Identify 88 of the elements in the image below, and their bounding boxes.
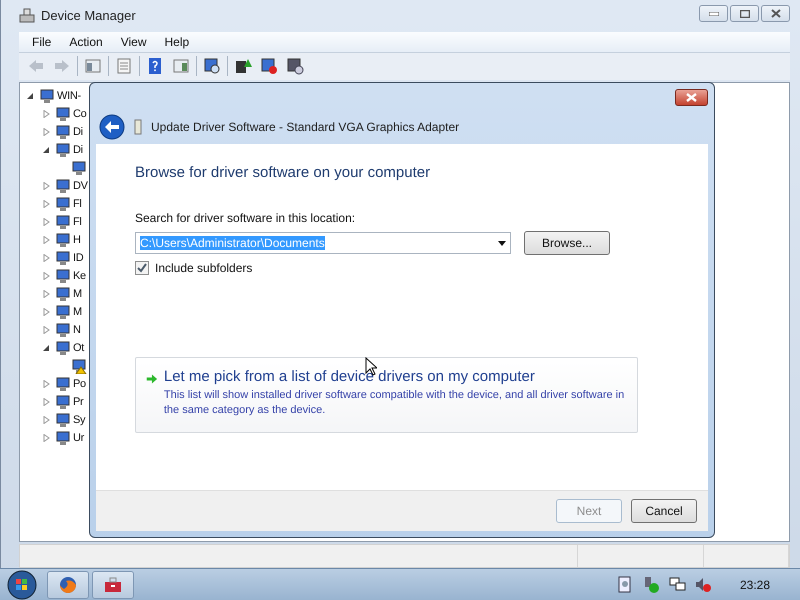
device-icon	[55, 232, 71, 248]
collapsed-arrow-icon[interactable]	[42, 200, 50, 208]
maximize-icon	[740, 10, 750, 18]
tree-item-label[interactable]: Ke	[73, 270, 86, 282]
tree-item-label[interactable]: M	[73, 288, 82, 300]
menu-item[interactable]: View	[112, 34, 156, 49]
close-button[interactable]	[761, 5, 790, 22]
collapsed-arrow-icon[interactable]	[42, 416, 50, 424]
tree-item-label[interactable]: Pr	[73, 396, 84, 408]
collapsed-arrow-icon[interactable]	[42, 182, 50, 190]
device-icon	[55, 124, 71, 140]
device-icon	[55, 340, 71, 356]
menu-item[interactable]: Help	[156, 34, 198, 49]
clock[interactable]: 23:28	[740, 578, 770, 592]
collapsed-arrow-icon[interactable]	[42, 254, 50, 262]
tree-item-label[interactable]: Di	[73, 126, 83, 138]
device-icon	[55, 142, 71, 158]
minimize-icon	[708, 12, 718, 16]
cancel-button[interactable]: Cancel	[631, 499, 697, 523]
device-icon	[55, 322, 71, 338]
device-icon	[55, 268, 71, 284]
close-icon	[686, 93, 697, 102]
checkbox-label[interactable]: Include subfolders	[155, 261, 252, 275]
tree-item-label[interactable]: H	[73, 234, 81, 246]
device-icon	[55, 250, 71, 266]
device-icon	[55, 178, 71, 194]
collapsed-arrow-icon[interactable]	[42, 434, 50, 442]
tree-item-label[interactable]: Di	[73, 144, 83, 156]
collapsed-arrow-icon[interactable]	[42, 236, 50, 244]
pick-driver-option[interactable]: Let me pick from a list of device drivers on my computer This list will show installed driver software compatible with the device, and all driver software in the same category as the device.	[135, 357, 638, 433]
device-icon	[55, 106, 71, 122]
menu-item[interactable]: Action	[60, 34, 112, 49]
device-icon	[55, 196, 71, 212]
device-icon	[55, 376, 71, 392]
tree-item-label[interactable]: DV	[73, 180, 88, 192]
dialog-title: Update Driver Software - Standard VGA Graphics Adapter	[151, 120, 460, 134]
tree-item-label[interactable]: WIN-	[57, 90, 81, 102]
device-icon	[55, 394, 71, 410]
tree-item-label[interactable]: ID	[73, 252, 84, 264]
browse-button[interactable]: Browse...	[524, 231, 610, 255]
device-icon	[55, 214, 71, 230]
collapsed-arrow-icon[interactable]	[42, 380, 50, 388]
tree-item-label[interactable]: Sy	[73, 414, 86, 426]
tree-item-label[interactable]: Po	[73, 378, 86, 390]
field-label: Search for driver software in this location:	[135, 211, 356, 225]
tree-item-label[interactable]: Co	[73, 108, 86, 120]
globe-icon	[58, 575, 78, 595]
close-button[interactable]	[675, 89, 708, 106]
minimize-button[interactable]	[699, 5, 728, 22]
maximize-button[interactable]	[730, 5, 759, 22]
computer-icon	[19, 8, 35, 24]
expanded-arrow-icon[interactable]	[42, 146, 50, 154]
dialog-heading: Browse for driver software on your computer	[135, 164, 432, 181]
toolbox-taskbar-button[interactable]	[92, 571, 134, 599]
option-description: This list will show installed driver software compatible with the device, and all driver software in the same category as the device.	[164, 388, 626, 418]
browser-taskbar-button[interactable]	[47, 571, 89, 599]
device-icon	[55, 304, 71, 320]
tree-item-label[interactable]: Ur	[73, 432, 84, 444]
collapsed-arrow-icon[interactable]	[42, 326, 50, 334]
device-icon	[55, 430, 71, 446]
device-icon	[55, 412, 71, 428]
collapsed-arrow-icon[interactable]	[42, 290, 50, 298]
close-icon	[770, 9, 780, 18]
menu-item[interactable]: File	[23, 34, 60, 49]
collapsed-arrow-icon[interactable]	[42, 110, 50, 118]
tree-item-label[interactable]: N	[73, 324, 81, 336]
volume-muted-icon[interactable]	[694, 576, 712, 594]
expanded-arrow-icon[interactable]	[26, 92, 34, 100]
tree-item-label[interactable]: Ot	[73, 342, 84, 354]
collapsed-arrow-icon[interactable]	[42, 308, 50, 316]
checkbox[interactable]	[135, 261, 149, 275]
expanded-arrow-icon[interactable]	[42, 344, 50, 352]
window-title: Device Manager	[41, 8, 136, 24]
option-title[interactable]: Let me pick from a list of device drivers on my computer	[164, 368, 627, 385]
tree-item-label[interactable]: M	[73, 306, 82, 318]
collapsed-arrow-icon[interactable]	[42, 218, 50, 226]
tree-item-label[interactable]: Fl	[73, 216, 82, 228]
device-icon	[55, 286, 71, 302]
tree-item-label[interactable]: Fl	[73, 198, 82, 210]
card-icon	[133, 118, 143, 134]
collapsed-arrow-icon[interactable]	[42, 272, 50, 280]
dropdown-caret-icon[interactable]	[498, 240, 506, 246]
toolbox-icon	[103, 575, 123, 595]
back-icon[interactable]	[99, 114, 125, 140]
device-icon	[39, 88, 55, 104]
collapsed-arrow-icon[interactable]	[42, 398, 50, 406]
start-button-icon[interactable]	[7, 570, 37, 600]
collapsed-arrow-icon[interactable]	[42, 128, 50, 136]
